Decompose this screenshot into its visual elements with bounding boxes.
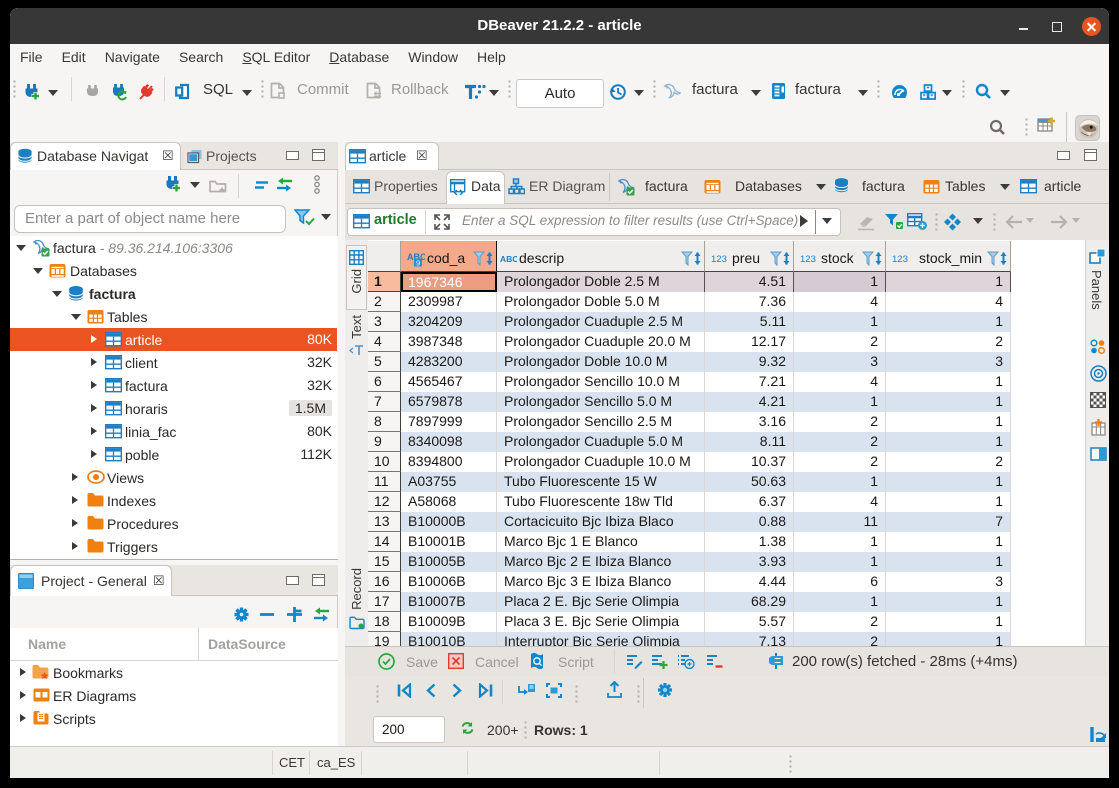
svg-text:123: 123 [800,254,816,265]
svg-text:123: 123 [892,254,908,265]
svg-text:ABC: ABC [500,254,517,264]
svg-text:123: 123 [711,254,727,265]
svg-text:9: 9 [416,259,420,268]
